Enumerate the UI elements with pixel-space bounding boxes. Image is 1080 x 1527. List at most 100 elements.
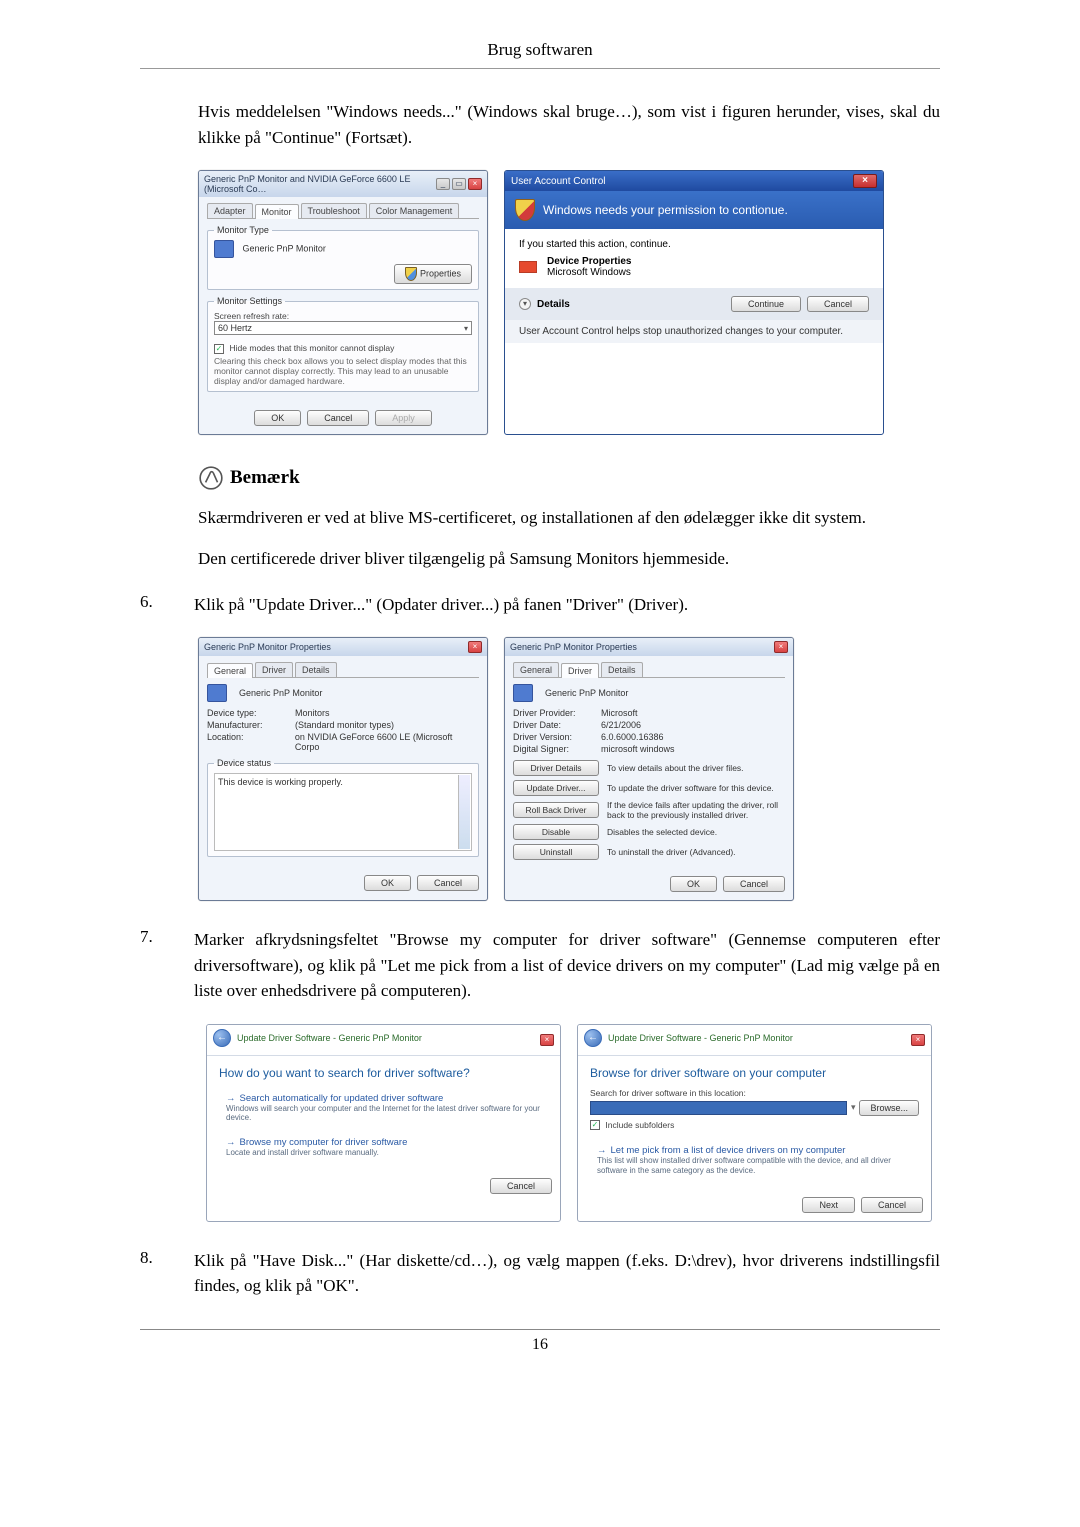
update-driver-button[interactable]: Update Driver... <box>513 780 599 796</box>
close-button[interactable]: × <box>853 174 877 188</box>
minimize-button[interactable]: _ <box>436 178 450 190</box>
properties-button[interactable]: Properties <box>394 264 472 284</box>
uac-titlebar: User Account Control × <box>505 171 883 191</box>
cancel-button[interactable]: Cancel <box>490 1178 552 1194</box>
uac-title-text: User Account Control <box>511 176 606 187</box>
close-button[interactable]: × <box>774 641 788 653</box>
kv-val: microsoft windows <box>601 744 675 754</box>
cancel-button[interactable]: Cancel <box>807 296 869 312</box>
monitor-icon <box>513 684 533 702</box>
device-name: Generic PnP Monitor <box>239 688 322 698</box>
path-input[interactable] <box>590 1101 847 1115</box>
kv-key: Driver Date: <box>513 720 593 730</box>
program-icon <box>519 261 537 273</box>
back-button[interactable]: ← <box>584 1029 602 1047</box>
maximize-button[interactable]: ▭ <box>452 178 466 190</box>
hide-modes-help: Clearing this check box allows you to se… <box>214 356 472 386</box>
monitor-icon <box>214 240 234 258</box>
kv-key: Location: <box>207 732 287 752</box>
kv-key: Manufacturer: <box>207 720 287 730</box>
uninstall-desc: To uninstall the driver (Advanced). <box>607 847 785 857</box>
page-header: Brug softwaren <box>140 40 940 60</box>
tab-details[interactable]: Details <box>601 662 643 677</box>
tab-driver[interactable]: Driver <box>561 663 599 678</box>
uac-item-publisher: Microsoft Windows <box>547 267 632 278</box>
uninstall-button[interactable]: Uninstall <box>513 844 599 860</box>
back-button[interactable]: ← <box>213 1029 231 1047</box>
dialog-title: Generic PnP Monitor Properties <box>510 642 637 652</box>
shield-icon <box>515 199 535 221</box>
uac-banner: Windows needs your permission to contion… <box>505 191 883 229</box>
next-button[interactable]: Next <box>802 1197 855 1213</box>
refresh-rate-select[interactable]: 60 Hertz <box>214 321 472 335</box>
ok-button[interactable]: OK <box>670 876 717 892</box>
device-status-text: This device is working properly. <box>218 777 343 787</box>
option-title: Search automatically for updated driver … <box>240 1093 444 1104</box>
continue-button[interactable]: Continue <box>731 296 801 312</box>
close-button[interactable]: × <box>468 641 482 653</box>
close-button[interactable]: × <box>911 1034 925 1046</box>
tab-adapter[interactable]: Adapter <box>207 203 253 218</box>
step-8-text: Klik på "Have Disk..." (Har diskette/cd…… <box>194 1248 940 1299</box>
uac-details-toggle[interactable]: Details <box>537 299 570 310</box>
scrollbar[interactable] <box>458 775 470 849</box>
option-title: Let me pick from a list of device driver… <box>611 1145 846 1156</box>
chevron-down-icon[interactable]: ▾ <box>519 298 531 310</box>
tab-troubleshoot[interactable]: Troubleshoot <box>301 203 367 218</box>
update-driver-desc: To update the driver software for this d… <box>607 783 785 793</box>
monitor-name: Generic PnP Monitor <box>243 243 326 253</box>
apply-button[interactable]: Apply <box>375 410 432 426</box>
cancel-button[interactable]: Cancel <box>417 875 479 891</box>
include-subfolders-checkbox[interactable]: ✓ <box>590 1120 600 1130</box>
ok-button[interactable]: OK <box>364 875 411 891</box>
option-subtitle: This list will show installed driver sof… <box>597 1156 912 1175</box>
close-button[interactable]: × <box>468 178 482 190</box>
note-line-2: Den certificerede driver bliver tilgænge… <box>198 546 940 572</box>
uac-dialog: User Account Control × Windows needs you… <box>504 170 884 435</box>
option-pick-from-list[interactable]: →Let me pick from a list of device drive… <box>590 1140 919 1180</box>
note-block: Bemærk Skærmdriveren er ved at blive MS-… <box>198 465 940 572</box>
option-browse-computer[interactable]: →Browse my computer for driver software … <box>219 1132 548 1163</box>
tab-color-management[interactable]: Color Management <box>369 203 460 218</box>
kv-val: Microsoft <box>601 708 638 718</box>
disable-button[interactable]: Disable <box>513 824 599 840</box>
tab-strip: Adapter Monitor Troubleshoot Color Manag… <box>207 203 479 219</box>
driver-details-button[interactable]: Driver Details <box>513 760 599 776</box>
device-status-legend: Device status <box>214 758 274 768</box>
tab-general[interactable]: General <box>207 663 253 678</box>
kv-key: Device type: <box>207 708 287 718</box>
kv-val: 6/21/2006 <box>601 720 641 730</box>
step-6: 6. Klik på "Update Driver..." (Opdater d… <box>140 592 940 618</box>
update-driver-wizard-browse: ← Update Driver Software - Generic PnP M… <box>577 1024 932 1222</box>
ok-button[interactable]: OK <box>254 410 301 426</box>
tab-general[interactable]: General <box>513 662 559 677</box>
close-button[interactable]: × <box>540 1034 554 1046</box>
cancel-button[interactable]: Cancel <box>307 410 369 426</box>
refresh-rate-value: 60 Hertz <box>218 323 252 333</box>
monitor-properties-dialog: Generic PnP Monitor and NVIDIA GeForce 6… <box>198 170 488 435</box>
roll-back-driver-desc: If the device fails after updating the d… <box>607 800 785 820</box>
header-divider <box>140 68 940 69</box>
hide-modes-checkbox[interactable]: ✓ <box>214 344 224 354</box>
kv-val: (Standard monitor types) <box>295 720 394 730</box>
properties-button-label: Properties <box>420 268 461 278</box>
tab-details[interactable]: Details <box>295 662 337 677</box>
option-search-automatically[interactable]: →Search automatically for updated driver… <box>219 1088 548 1128</box>
roll-back-driver-button[interactable]: Roll Back Driver <box>513 802 599 818</box>
cancel-button[interactable]: Cancel <box>861 1197 923 1213</box>
step-6-text: Klik på "Update Driver..." (Opdater driv… <box>194 592 940 618</box>
tab-monitor[interactable]: Monitor <box>255 204 299 219</box>
cancel-button[interactable]: Cancel <box>723 876 785 892</box>
figure-2: Generic PnP Monitor Properties × General… <box>198 637 940 901</box>
dialog-title: Generic PnP Monitor and NVIDIA GeForce 6… <box>204 174 436 194</box>
shield-icon <box>405 267 417 281</box>
tab-driver[interactable]: Driver <box>255 662 293 677</box>
step-8: 8. Klik på "Have Disk..." (Har diskette/… <box>140 1248 940 1299</box>
step-7: 7. Marker afkrydsningsfeltet "Browse my … <box>140 927 940 1004</box>
browse-button[interactable]: Browse... <box>859 1100 919 1116</box>
uac-banner-text: Windows needs your permission to contion… <box>543 203 788 217</box>
option-title: Browse my computer for driver software <box>240 1137 408 1148</box>
refresh-rate-label: Screen refresh rate: <box>214 311 472 321</box>
kv-val: Monitors <box>295 708 330 718</box>
breadcrumb: Update Driver Software - Generic PnP Mon… <box>237 1033 422 1043</box>
